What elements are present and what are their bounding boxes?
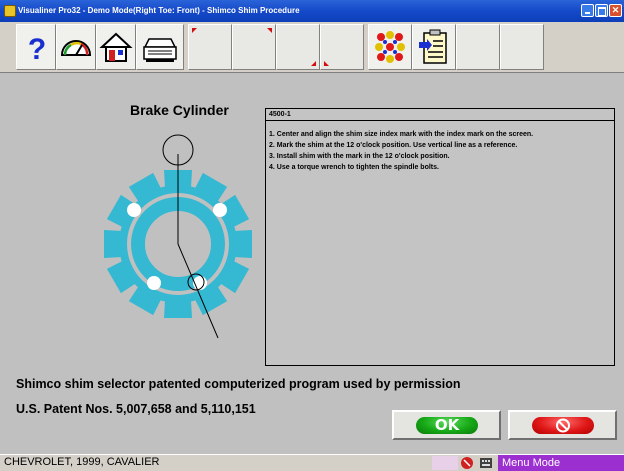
home-icon xyxy=(99,32,133,62)
tray-alert-icon[interactable] xyxy=(460,456,474,470)
toolbar-blank-button-2[interactable] xyxy=(232,24,276,70)
corner-marker xyxy=(324,61,329,66)
printer-icon xyxy=(143,38,177,62)
panel-header: 4500-1 xyxy=(266,109,614,121)
minimize-button[interactable] xyxy=(581,4,594,17)
toolbar-blank-button-6[interactable] xyxy=(500,24,544,70)
no-entry-icon xyxy=(556,418,570,433)
gauge-button[interactable] xyxy=(56,24,96,70)
instruction-item: 4. Use a torque wrench to tighten the sp… xyxy=(269,164,439,171)
ok-label: OK xyxy=(416,417,478,434)
maximize-button[interactable] xyxy=(595,4,608,17)
toolbar-blank-button-1[interactable] xyxy=(188,24,232,70)
patent-text: U.S. Patent Nos. 5,007,658 and 5,110,151 xyxy=(16,402,256,416)
corner-marker xyxy=(311,61,316,66)
corner-marker xyxy=(267,28,272,33)
status-bar: CHEVROLET, 1999, CAVALIER Menu Mode xyxy=(0,454,624,471)
pattern-button[interactable] xyxy=(368,24,412,70)
clipboard-arrow-icon xyxy=(419,29,447,64)
main-content: Brake Cylinder 4500-1 1. Center and alig… xyxy=(8,74,624,454)
close-button[interactable]: ✕ xyxy=(609,4,622,17)
mode-indicator: Menu Mode xyxy=(498,455,624,471)
toolbar-blank-button-3[interactable] xyxy=(276,24,320,70)
diagram-title: Brake Cylinder xyxy=(130,102,229,118)
shim-diagram xyxy=(104,134,252,339)
cancel-button[interactable] xyxy=(508,410,617,440)
print-button[interactable] xyxy=(136,24,184,70)
instructions-panel: 4500-1 1. Center and align the shim size… xyxy=(265,108,615,366)
toolbar-blank-button-4[interactable] xyxy=(320,24,364,70)
ok-button[interactable]: OK xyxy=(392,410,501,440)
dot-pattern-icon xyxy=(375,31,405,63)
window-title: Visualiner Pro32 - Demo Mode(Right Toe: … xyxy=(18,6,300,15)
status-indicator xyxy=(432,456,458,470)
vehicle-info: CHEVROLET, 1999, CAVALIER xyxy=(4,456,160,468)
question-mark-icon: ? xyxy=(28,33,46,66)
clipboard-button[interactable] xyxy=(412,24,456,70)
corner-marker xyxy=(192,28,197,33)
instruction-list: 1. Center and align the shim size index … xyxy=(266,121,614,173)
app-icon xyxy=(4,5,16,17)
instruction-item: 1. Center and align the shim size index … xyxy=(269,131,534,138)
cancel-pill xyxy=(532,417,594,434)
toolbar: ? xyxy=(0,22,624,73)
home-button[interactable] xyxy=(96,24,136,70)
instruction-item: 2. Mark the shim at the 12 o'clock posit… xyxy=(269,142,518,149)
help-button[interactable]: ? xyxy=(16,24,56,70)
tray-keyboard-icon[interactable] xyxy=(479,456,493,470)
speedometer-icon xyxy=(60,40,92,56)
title-bar: Visualiner Pro32 - Demo Mode(Right Toe: … xyxy=(0,0,624,22)
svg-text:?: ? xyxy=(28,33,46,66)
instruction-item: 3. Install shim with the mark in the 12 … xyxy=(269,153,450,160)
toolbar-blank-button-5[interactable] xyxy=(456,24,500,70)
permission-text: Shimco shim selector patented computeriz… xyxy=(16,377,461,391)
